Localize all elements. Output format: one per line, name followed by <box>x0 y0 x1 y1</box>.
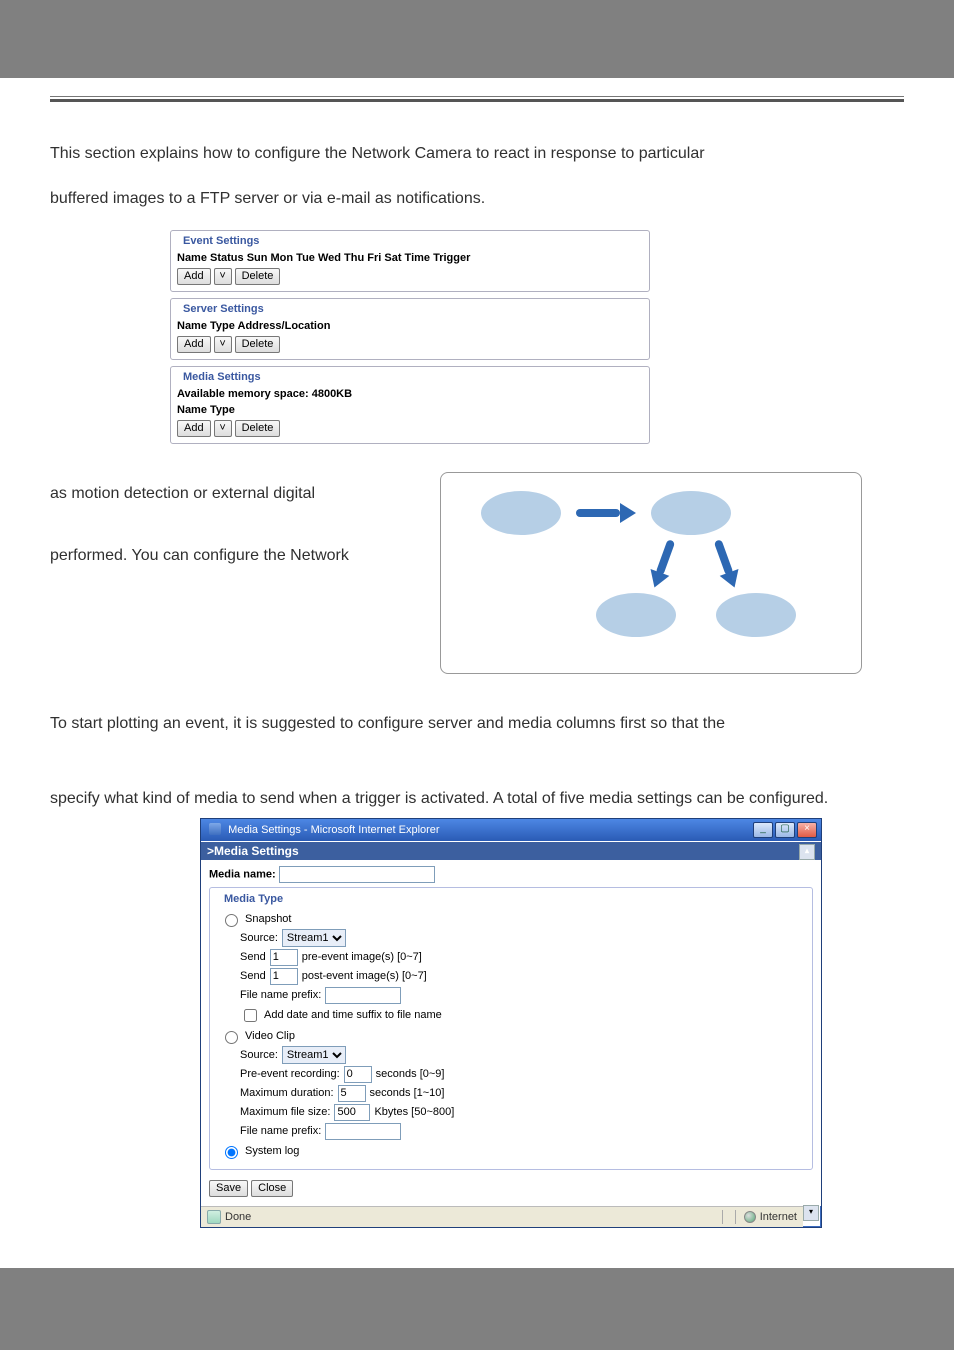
ie-titlebar: Media Settings - Microsoft Internet Expl… <box>201 819 821 841</box>
server-delete-button[interactable]: Delete <box>235 336 281 353</box>
snapshot-source-select[interactable]: Stream1 <box>282 929 346 947</box>
ie-status-bar: Done Internet <box>201 1206 803 1227</box>
internet-zone-icon <box>744 1211 756 1223</box>
videoclip-max-dur-suffix: seconds [1~10] <box>370 1087 445 1099</box>
media-dropdown-button[interactable]: ˅ <box>214 420 232 437</box>
snapshot-add-date-checkbox[interactable] <box>244 1009 257 1022</box>
close-button[interactable]: × <box>797 822 817 838</box>
ie-app-icon <box>209 823 221 835</box>
done-icon <box>207 1210 221 1224</box>
event-dropdown-button[interactable]: ˅ <box>214 268 232 285</box>
media-settings-fieldset: Media Settings Available memory space: 4… <box>170 366 650 444</box>
diagram-node-action <box>651 491 731 535</box>
event-settings-header: Name Status Sun Mon Tue Wed Thu Fri Sat … <box>177 252 643 264</box>
server-dropdown-button[interactable]: ˅ <box>214 336 232 353</box>
minimize-button[interactable]: _ <box>753 822 773 838</box>
videoclip-file-prefix-input[interactable] <box>325 1123 401 1140</box>
scroll-down-button[interactable]: ▾ <box>803 1205 819 1221</box>
snapshot-add-date-label: Add date and time suffix to file name <box>264 1009 442 1021</box>
videoclip-pre-rec-suffix: seconds [0~9] <box>376 1068 445 1080</box>
diagram-node-media <box>716 593 796 637</box>
videoclip-source-label: Source: <box>240 1049 278 1061</box>
server-settings-header: Name Type Address/Location <box>177 320 643 332</box>
videoclip-max-dur-input[interactable] <box>338 1085 366 1102</box>
settings-panel-figure: Event Settings Name Status Sun Mon Tue W… <box>170 230 650 444</box>
snapshot-send-post-suffix: post-event image(s) [0~7] <box>302 970 427 982</box>
scroll-up-button[interactable]: ▴ <box>799 844 815 860</box>
snapshot-source-label: Source: <box>240 932 278 944</box>
videoclip-source-select[interactable]: Stream1 <box>282 1046 346 1064</box>
videoclip-max-size-input[interactable] <box>334 1104 370 1121</box>
event-add-button[interactable]: Add <box>177 268 211 285</box>
status-done-text: Done <box>225 1211 251 1223</box>
diagram-arrow-down-right <box>711 538 741 590</box>
ie-media-settings-window: Media Settings - Microsoft Internet Expl… <box>200 818 822 1228</box>
ie-window-title: Media Settings - Microsoft Internet Expl… <box>205 823 751 836</box>
media-delete-button[interactable]: Delete <box>235 420 281 437</box>
snapshot-radio[interactable] <box>225 914 238 927</box>
mid-paragraph-2: performed. You can configure the Network <box>50 534 420 579</box>
videoclip-radio[interactable] <box>225 1031 238 1044</box>
snapshot-send-pre-suffix: pre-event image(s) [0~7] <box>302 951 422 963</box>
videoclip-label: Video Clip <box>245 1030 295 1042</box>
media-settings-memory: Available memory space: 4800KB <box>177 388 643 400</box>
save-button[interactable]: Save <box>209 1180 248 1197</box>
maximize-button[interactable]: ▢ <box>775 822 795 838</box>
mid-paragraph-1: as motion detection or external digital <box>50 472 420 517</box>
videoclip-pre-rec-input[interactable] <box>344 1066 372 1083</box>
videoclip-file-prefix-label: File name prefix: <box>240 1125 321 1137</box>
snapshot-send-pre-input[interactable] <box>270 949 298 966</box>
snapshot-send-post-label: Send <box>240 970 266 982</box>
server-add-button[interactable]: Add <box>177 336 211 353</box>
divider-thin <box>50 96 904 97</box>
event-flow-diagram <box>440 472 862 674</box>
mid-paragraph-3: To start plotting an event, it is sugges… <box>50 702 904 747</box>
divider-thick <box>50 99 904 102</box>
media-name-label: Media name: <box>209 868 276 880</box>
snapshot-label: Snapshot <box>245 913 291 925</box>
ie-page-header: >Media Settings ▴ <box>201 841 821 860</box>
videoclip-max-dur-label: Maximum duration: <box>240 1087 334 1099</box>
snapshot-send-post-input[interactable] <box>270 968 298 985</box>
videoclip-max-size-suffix: Kbytes [50~800] <box>374 1106 454 1118</box>
intro-paragraph-1: This section explains how to configure t… <box>50 132 904 177</box>
systemlog-radio[interactable] <box>225 1146 238 1159</box>
status-zone-text: Internet <box>760 1211 797 1223</box>
event-delete-button[interactable]: Delete <box>235 268 281 285</box>
media-name-input[interactable] <box>279 866 435 883</box>
media-settings-header: Name Type <box>177 404 643 416</box>
server-settings-legend: Server Settings <box>180 303 267 315</box>
server-settings-fieldset: Server Settings Name Type Address/Locati… <box>170 298 650 360</box>
snapshot-file-prefix-input[interactable] <box>325 987 401 1004</box>
diagram-node-server <box>596 593 676 637</box>
snapshot-send-pre-label: Send <box>240 951 266 963</box>
media-type-legend: Media Type <box>221 893 286 905</box>
event-settings-fieldset: Event Settings Name Status Sun Mon Tue W… <box>170 230 650 292</box>
diagram-arrow-right <box>576 506 636 520</box>
media-settings-legend: Media Settings <box>180 371 264 383</box>
mid-paragraph-4: specify what kind of media to send when … <box>50 786 904 812</box>
videoclip-pre-rec-label: Pre-event recording: <box>240 1068 340 1080</box>
diagram-arrow-down-left <box>648 538 678 590</box>
snapshot-file-prefix-label: File name prefix: <box>240 989 321 1001</box>
intro-paragraph-2: buffered images to a FTP server or via e… <box>50 177 904 222</box>
videoclip-max-size-label: Maximum file size: <box>240 1106 330 1118</box>
media-add-button[interactable]: Add <box>177 420 211 437</box>
diagram-node-event <box>481 491 561 535</box>
systemlog-label: System log <box>245 1145 299 1157</box>
close-dialog-button[interactable]: Close <box>251 1180 293 1197</box>
event-settings-legend: Event Settings <box>180 235 262 247</box>
